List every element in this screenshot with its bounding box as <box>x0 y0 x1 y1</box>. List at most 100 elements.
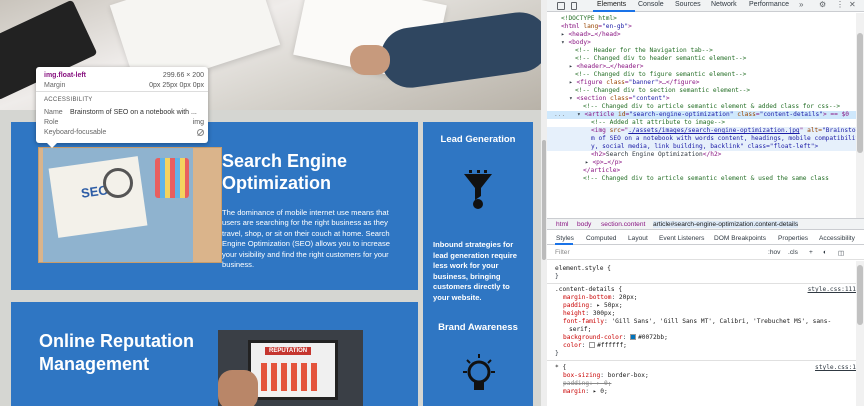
pencils <box>155 158 189 198</box>
dom-node[interactable]: ▸ <p>…</p> <box>547 159 864 167</box>
breadcrumb-body[interactable]: body <box>577 221 591 228</box>
dom-node-img-cont[interactable]: y, social media, link building, backlink… <box>547 143 864 151</box>
dom-node-img[interactable]: <img src="./assets/images/search-engine-… <box>547 127 864 135</box>
dom-node[interactable]: <!DOCTYPE html> <box>547 15 864 23</box>
tooltip-keyboard-label: Keyboard-focusable <box>44 129 107 136</box>
new-rule-button[interactable]: + <box>809 249 813 256</box>
dom-comment[interactable]: <!-- Changed div to header semantic elem… <box>547 55 864 63</box>
cls-toggle[interactable]: .cls <box>788 249 798 256</box>
page-scrollbar-thumb[interactable] <box>542 140 546 260</box>
subtab-dom-breakpoints[interactable]: DOM Breakpoints <box>714 235 766 242</box>
devtools-toolbar: Elements Console Sources Network Perform… <box>547 0 864 12</box>
dom-node-img-cont[interactable]: m of SEO on a notebook with words conten… <box>547 135 864 143</box>
kebab-menu-icon[interactable]: ⋮ <box>836 0 844 9</box>
css-property[interactable]: background-color: #0072bb; <box>555 334 855 342</box>
dom-node[interactable]: ▸ <figure class="banner">…</figure> <box>547 79 864 87</box>
tab-performance[interactable]: Performance <box>749 1 789 8</box>
styles-filter-bar: Filter :hov .cls + ◐ ◫ <box>547 246 864 260</box>
hov-toggle[interactable]: :hov <box>768 249 780 256</box>
breadcrumb-html[interactable]: html <box>556 221 568 228</box>
breadcrumb: html body section.content article#search… <box>547 218 864 230</box>
active-tab-indicator <box>593 10 635 12</box>
element-state-icon[interactable]: ◐ <box>823 249 827 256</box>
styles-scrollbar[interactable] <box>856 261 864 406</box>
css-property[interactable]: padding: ▸ 50px; <box>555 302 855 310</box>
more-tabs-icon[interactable]: » <box>799 0 803 9</box>
tooltip-accessibility-header: ACCESSIBILITY <box>44 97 93 103</box>
dom-comment[interactable]: <!-- Added alt attribute to image--> <box>547 119 864 127</box>
gutter-ellipsis[interactable]: ... <box>554 111 565 119</box>
dom-comment[interactable]: <!-- Changed div to article semantic ele… <box>547 103 864 111</box>
inspect-element-icon[interactable] <box>557 2 565 10</box>
styles-pane: element.style { } .content-details { sty… <box>547 261 864 406</box>
css-property-overridden[interactable]: padding: ▸ 0; <box>555 380 855 388</box>
bulb-icon <box>463 354 495 390</box>
funnel-icon <box>464 170 492 209</box>
dom-comment[interactable]: <!-- Changed div to figure semantic elem… <box>547 71 864 79</box>
hand <box>218 370 258 406</box>
tab-console[interactable]: Console <box>638 1 664 8</box>
subtab-event-listeners[interactable]: Event Listeners <box>659 235 704 242</box>
tab-network[interactable]: Network <box>711 1 737 8</box>
close-icon[interactable]: ✕ <box>849 0 856 9</box>
reputation-image: REPUTATION <box>218 330 363 406</box>
dom-comment[interactable]: <!-- Changed div to article semantic ele… <box>547 175 864 183</box>
dom-tree: <!DOCTYPE html> <html lang="en-gb"> ▸ <h… <box>547 13 864 218</box>
dom-node-selected[interactable]: ▾ <article id="search-engine-optimizatio… <box>547 111 864 119</box>
styles-scrollbar-thumb[interactable] <box>857 265 863 325</box>
computed-sidebar-icon[interactable]: ◫ <box>838 249 844 257</box>
css-property[interactable]: font-family: 'Gill Sans', 'Gill Sans MT'… <box>555 318 855 326</box>
inspect-tooltip: img.float-left 299.66 × 200 Margin 0px 2… <box>36 67 208 143</box>
dom-node[interactable]: </article> <box>547 167 864 175</box>
dom-comment[interactable]: <!-- Changed div to section semantic ele… <box>547 87 864 95</box>
css-property-cont: serif; <box>569 326 592 333</box>
tooltip-name-value: Brainstorm of SEO on a notebook with ... <box>70 109 197 116</box>
universal-rule[interactable]: * { <box>555 364 855 372</box>
css-property[interactable]: margin-bottom: 20px; <box>555 294 855 302</box>
breadcrumb-section[interactable]: section.content <box>601 221 645 228</box>
sidebar-services: Lead Generation Inbound strategies for l… <box>423 122 533 406</box>
tooltip-role-value: img <box>192 119 204 126</box>
css-property[interactable]: height: 300px; <box>555 310 855 318</box>
magnifier-icon <box>103 168 133 198</box>
subtab-accessibility[interactable]: Accessibility <box>819 235 855 242</box>
css-property[interactable]: color: #ffffff; <box>555 342 855 350</box>
tooltip-divider <box>36 91 208 92</box>
dom-node[interactable]: ▾ <body> <box>547 39 864 47</box>
tooltip-name-label: Name <box>44 109 63 116</box>
tooltip-size: 299.66 × 200 <box>162 72 204 79</box>
subtab-properties[interactable]: Properties <box>778 235 808 242</box>
screen-chart <box>261 363 321 391</box>
device-toolbar-icon[interactable] <box>571 2 577 10</box>
tab-sources[interactable]: Sources <box>675 1 701 8</box>
settings-gear-icon[interactable]: ⚙ <box>819 0 826 9</box>
color-swatch[interactable] <box>589 342 596 348</box>
filter-input[interactable]: Filter <box>555 249 570 256</box>
color-swatch[interactable] <box>630 334 637 340</box>
webpage-viewport: Search Engine Optimization The dominance… <box>0 0 541 406</box>
rule-divider <box>547 283 864 284</box>
breadcrumb-article[interactable]: article#search-engine-optimization.conte… <box>653 221 799 228</box>
subtab-computed[interactable]: Computed <box>586 235 616 242</box>
rule1-source-link[interactable]: style.css:111 <box>808 286 856 294</box>
tab-elements[interactable]: Elements <box>597 1 626 8</box>
css-property[interactable]: margin: ▸ 0; <box>555 388 855 396</box>
dom-node[interactable]: <h2>Search Engine Optimization</h2> <box>547 151 864 159</box>
subtab-layout[interactable]: Layout <box>628 235 648 242</box>
subtab-styles[interactable]: Styles <box>556 235 574 242</box>
dom-comment[interactable]: <!-- Header for the Navigation tab--> <box>547 47 864 55</box>
rule2-source-link[interactable]: style.css:1 <box>815 364 856 372</box>
dom-node[interactable]: <html lang="en-gb"> <box>547 23 864 31</box>
dom-node[interactable]: ▾ <section class="content"> <box>547 95 864 103</box>
dom-tree-scrollbar[interactable] <box>856 13 864 218</box>
tooltip-arrow <box>46 142 58 148</box>
dom-tree-scrollbar-thumb[interactable] <box>857 33 863 153</box>
dom-node[interactable]: ▸ <head>…</head> <box>547 31 864 39</box>
css-property[interactable]: box-sizing: border-box; <box>555 372 855 380</box>
element-style-rule[interactable]: element.style { <box>555 265 855 273</box>
devtools-panel: Elements Console Sources Network Perform… <box>547 0 864 406</box>
rule-close: } <box>555 350 559 357</box>
rule-divider <box>547 360 864 361</box>
laptop-screen: REPUTATION <box>248 340 338 400</box>
dom-node[interactable]: ▸ <header>…</header> <box>547 63 864 71</box>
